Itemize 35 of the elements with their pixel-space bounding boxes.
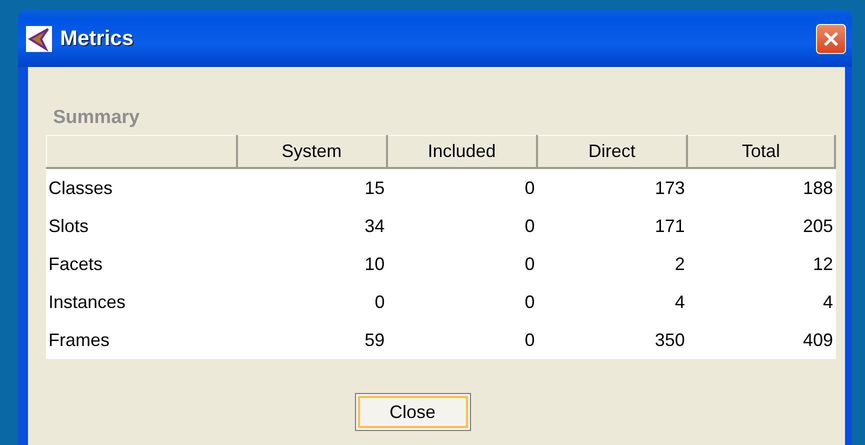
row-label: Classes [46, 168, 237, 207]
table-cell: 34 [236, 207, 387, 245]
row-label: Slots [46, 207, 237, 245]
table-cell: 0 [386, 168, 537, 207]
table-cell: 10 [236, 245, 387, 283]
table-cell: 0 [386, 245, 537, 283]
table-cell: 59 [236, 321, 387, 359]
column-header[interactable]: Included [386, 136, 537, 168]
window-title: Metrics [60, 26, 135, 50]
table-cell: 0 [386, 283, 537, 321]
close-icon [822, 30, 840, 48]
app-logo-icon [26, 26, 52, 52]
table-cell: 15 [236, 168, 387, 207]
row-label: Instances [46, 283, 237, 321]
table-cell: 0 [236, 283, 387, 321]
table-cell: 2 [536, 245, 687, 283]
table-cell: 205 [686, 207, 835, 245]
column-header[interactable]: Direct [536, 136, 687, 168]
table-cell: 0 [386, 207, 537, 245]
table-cell: 171 [536, 207, 687, 245]
row-label: Facets [46, 245, 237, 283]
table-cell: 188 [686, 168, 835, 207]
section-title: Summary [53, 107, 140, 129]
table-cell: 12 [686, 245, 835, 283]
table-cell: 409 [686, 321, 835, 359]
table-cell: 0 [386, 321, 537, 359]
column-header[interactable]: System [236, 136, 387, 168]
row-label: Frames [46, 321, 237, 359]
column-header[interactable]: Total [686, 136, 835, 168]
table-cell: 173 [536, 168, 687, 207]
table-cell: 4 [536, 283, 687, 321]
close-button[interactable] [816, 24, 846, 54]
table-cell: 350 [536, 321, 687, 359]
close-dialog-button[interactable]: Close [354, 393, 470, 431]
table-cell: 4 [686, 283, 835, 321]
